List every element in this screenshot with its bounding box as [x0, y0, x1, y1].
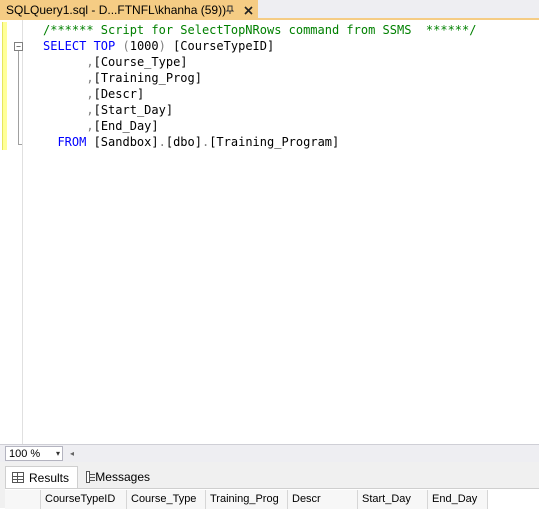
zoom-value: 100 %: [9, 447, 41, 460]
code-token: ,: [86, 55, 94, 69]
results-tab-bar: Results Messages: [0, 466, 539, 488]
code-token: [CourseTypeID]: [173, 39, 275, 53]
code-token: TOP: [93, 39, 123, 53]
horizontal-scrollbar[interactable]: ◂: [66, 447, 536, 460]
results-panel: Results Messages CourseTypeID Course_Type…: [0, 462, 539, 509]
tab-results-label: Results: [29, 470, 70, 485]
code-token: [Start_Day]: [93, 103, 174, 117]
code-token: (: [122, 39, 130, 53]
editor-margin: −: [0, 20, 23, 444]
code-token: /****** Script for SelectTopNRows comman…: [43, 23, 477, 37]
outline-end: [18, 144, 22, 145]
code-token: SELECT: [43, 39, 94, 53]
column-header[interactable]: End_Day: [428, 490, 488, 509]
document-tab-strip: SQLQuery1.sql - D...FTNFL\khanha (59)): [0, 0, 539, 20]
code-token: ,: [86, 119, 94, 133]
results-grid[interactable]: CourseTypeID Course_Type Training_Prog Desc…: [5, 488, 539, 509]
code-line[interactable]: ,[Descr]: [43, 86, 476, 102]
code-token: [End_Day]: [93, 119, 159, 133]
code-line[interactable]: SELECT TOP (1000) [CourseTypeID]: [43, 38, 476, 54]
code-token: [Course_Type]: [93, 55, 188, 69]
outline-line: [18, 51, 19, 144]
code-line[interactable]: /****** Script for SelectTopNRows comman…: [43, 22, 476, 38]
code-line[interactable]: FROM [Sandbox].[dbo].[Training_Program]: [43, 134, 476, 150]
code-token: .: [158, 135, 166, 149]
document-tab-title: SQLQuery1.sql - D...FTNFL\khanha (59)): [6, 3, 227, 17]
column-header[interactable]: Training_Prog: [206, 490, 288, 509]
code-token: FROM: [43, 135, 94, 149]
code-line[interactable]: ,[Training_Prog]: [43, 70, 476, 86]
tab-results[interactable]: Results: [5, 466, 78, 488]
code-token: ,: [86, 87, 94, 101]
column-header[interactable]: Descr: [288, 490, 358, 509]
tab-messages[interactable]: Messages: [80, 466, 156, 488]
sql-code[interactable]: /****** Script for SelectTopNRows comman…: [43, 22, 476, 150]
change-indicator-bar: [2, 22, 7, 150]
code-line[interactable]: ,[Start_Day]: [43, 102, 476, 118]
document-tab[interactable]: SQLQuery1.sql - D...FTNFL\khanha (59)): [0, 0, 258, 20]
code-token: ,: [86, 103, 94, 117]
column-header[interactable]: Course_Type: [127, 490, 206, 509]
column-header[interactable]: Start_Day: [358, 490, 428, 509]
column-header[interactable]: CourseTypeID: [41, 490, 127, 509]
close-icon[interactable]: [240, 2, 256, 18]
code-line[interactable]: ,[End_Day]: [43, 118, 476, 134]
grid-icon: [12, 472, 24, 483]
grid-header-row: CourseTypeID Course_Type Training_Prog Desc…: [5, 490, 488, 509]
query-editor[interactable]: − /****** Script for SelectTopNRows comm…: [0, 20, 539, 444]
code-token: [Descr]: [93, 87, 145, 101]
messages-icon: [86, 471, 96, 483]
code-token: [Training_Prog]: [93, 71, 202, 85]
chevron-down-icon[interactable]: ▾: [56, 447, 60, 460]
tab-messages-label: Messages: [95, 470, 150, 484]
code-line[interactable]: ,[Course_Type]: [43, 54, 476, 70]
scroll-left-icon[interactable]: ◂: [66, 447, 78, 460]
zoom-select[interactable]: 100 % ▾: [5, 446, 63, 461]
zoom-bar: 100 % ▾ ◂: [0, 444, 539, 462]
code-token: 1000: [129, 39, 159, 53]
code-token: ,: [86, 71, 94, 85]
code-token: [dbo]: [165, 135, 202, 149]
collapse-toggle[interactable]: −: [14, 42, 23, 51]
code-token: [Sandbox]: [93, 135, 159, 149]
code-token: ): [158, 39, 174, 53]
code-token: [Training_Program]: [209, 135, 340, 149]
grid-corner-cell[interactable]: [5, 490, 41, 509]
pin-icon[interactable]: [222, 2, 238, 18]
